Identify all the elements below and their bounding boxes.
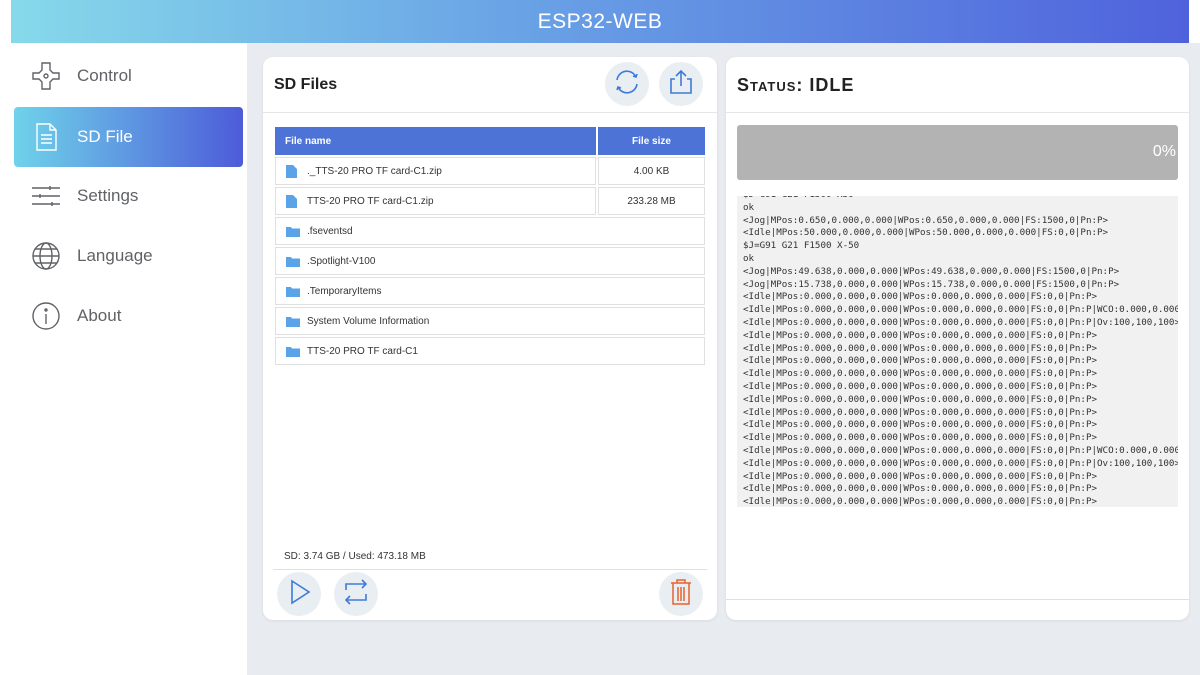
status-panel: Status: IDLE 0% $J=G91 G21 F1500 X50ok<J… (726, 57, 1189, 620)
sidebar-item-label: About (77, 306, 122, 325)
sidebar-item-label: Settings (77, 186, 139, 205)
folder-icon (286, 254, 300, 268)
console-line: <Idle|MPos:0.000,0.000,0.000|WPos:0.000,… (743, 291, 1098, 303)
sidebar-item-label: Control (77, 66, 132, 85)
console-line: <Idle|MPos:50.000,0.000,0.000|WPos:50.00… (743, 227, 1109, 239)
file-name: TTS-20 PRO TF card-C1.zip (307, 195, 434, 207)
sd-files-panel: SD Files File name File size ._TTS-20 PR… (263, 57, 717, 620)
table-row[interactable]: TTS-20 PRO TF card-C1 (275, 337, 705, 365)
app-header: ESP32-WEB (11, 0, 1189, 43)
console-line: <Idle|MPos:0.000,0.000,0.000|WPos:0.000,… (743, 355, 1098, 367)
upload-button[interactable] (659, 62, 703, 106)
info-icon (29, 299, 63, 333)
repeat-button[interactable] (334, 572, 378, 616)
console-lines: $J=G91 G21 F1500 X50ok<Jog|MPos:0.650,0.… (743, 196, 1178, 507)
sd-usage-info: SD: 3.74 GB / Used: 473.18 MB (284, 551, 426, 562)
sidebar-item-sd-file[interactable]: SD File (14, 107, 243, 167)
console-line: ok (743, 201, 755, 213)
play-icon (285, 578, 313, 611)
console-line: <Idle|MPos:0.000,0.000,0.000|WPos:0.000,… (743, 457, 1178, 469)
table-row[interactable]: .fseventsd (275, 217, 705, 245)
console-line: <Idle|MPos:0.000,0.000,0.000|WPos:0.000,… (743, 368, 1098, 380)
console-line: <Idle|MPos:0.000,0.000,0.000|WPos:0.000,… (743, 380, 1098, 392)
folder-name: TTS-20 PRO TF card-C1 (307, 345, 418, 357)
sidebar-item-label: SD File (77, 127, 133, 146)
file-name: ._TTS-20 PRO TF card-C1.zip (307, 165, 442, 177)
files-table: File name File size ._TTS-20 PRO TF card… (273, 125, 707, 367)
console-line: <Idle|MPos:0.000,0.000,0.000|WPos:0.000,… (743, 406, 1098, 418)
sidebar-item-about[interactable]: About (14, 286, 243, 346)
file-icon (286, 164, 300, 178)
table-row[interactable]: .Spotlight-V100 (275, 247, 705, 275)
folder-icon (286, 344, 300, 358)
console-line: <Jog|MPos:15.738,0.000,0.000|WPos:15.738… (743, 278, 1120, 290)
refresh-button[interactable] (605, 62, 649, 106)
folder-icon (286, 224, 300, 238)
sidebar-item-label: Language (77, 246, 153, 265)
sd-files-header: SD Files (263, 57, 717, 113)
console-line: <Idle|MPos:0.000,0.000,0.000|WPos:0.000,… (743, 483, 1098, 495)
table-row[interactable]: ._TTS-20 PRO TF card-C1.zip 4.00 KB (275, 157, 705, 185)
console-line: <Idle|MPos:0.000,0.000,0.000|WPos:0.000,… (743, 304, 1178, 316)
sidebar-item-control[interactable]: Control (14, 46, 243, 106)
console-line: <Jog|MPos:49.638,0.000,0.000|WPos:49.638… (743, 265, 1120, 277)
divider (726, 599, 1189, 600)
table-row[interactable]: System Volume Information (275, 307, 705, 335)
progress-label: 0% (1152, 143, 1176, 160)
folder-name: .TemporaryItems (307, 285, 382, 297)
repeat-icon (342, 578, 370, 611)
play-button[interactable] (277, 572, 321, 616)
file-size: 233.28 MB (598, 187, 705, 215)
globe-icon (29, 239, 63, 273)
folder-name: .Spotlight-V100 (307, 255, 376, 267)
console-line: <Idle|MPos:0.000,0.000,0.000|WPos:0.000,… (743, 342, 1098, 354)
files-table-header-row: File name File size (275, 127, 705, 155)
trash-icon (668, 578, 694, 611)
upload-icon (666, 67, 696, 102)
refresh-icon (612, 67, 642, 102)
sidebar-item-settings[interactable]: Settings (14, 166, 243, 226)
console-line: <Idle|MPos:0.000,0.000,0.000|WPos:0.000,… (743, 432, 1098, 444)
status-header: Status: IDLE (726, 57, 1189, 113)
document-icon (29, 120, 63, 154)
console-line: <Idle|MPos:0.000,0.000,0.000|WPos:0.000,… (743, 393, 1098, 405)
gamepad-cross-icon (29, 59, 63, 93)
sd-files-title: SD Files (274, 76, 338, 93)
console-line: <Idle|MPos:0.000,0.000,0.000|WPos:0.000,… (743, 419, 1098, 431)
console-output[interactable]: $J=G91 G21 F1500 X50ok<Jog|MPos:0.650,0.… (737, 196, 1178, 507)
column-header-file-name[interactable]: File name (275, 127, 596, 155)
folder-icon (286, 284, 300, 298)
console-line: <Idle|MPos:0.000,0.000,0.000|WPos:0.000,… (743, 470, 1098, 482)
main-area: SD Files File name File size ._TTS-20 PR… (247, 43, 1200, 675)
console-line: $J=G91 G21 F1500 X-50 (743, 240, 860, 252)
column-header-file-size[interactable]: File size (598, 127, 705, 155)
delete-button[interactable] (659, 572, 703, 616)
sidebar: Control SD File Settings Language About (0, 43, 247, 675)
progress-bar: 0% (737, 125, 1178, 180)
table-row[interactable]: .TemporaryItems (275, 277, 705, 305)
console-line: <Jog|MPos:0.650,0.000,0.000|WPos:0.650,0… (743, 214, 1109, 226)
folder-icon (286, 314, 300, 328)
console-line: <Idle|MPos:0.000,0.000,0.000|WPos:0.000,… (743, 496, 1098, 507)
console-line: <Idle|MPos:0.000,0.000,0.000|WPos:0.000,… (743, 316, 1178, 328)
status-title: Status: IDLE (737, 75, 855, 95)
folder-name: .fseventsd (307, 225, 353, 237)
sidebar-item-language[interactable]: Language (14, 226, 243, 286)
app-title: ESP32-WEB (537, 9, 663, 33)
file-size: 4.00 KB (598, 157, 705, 185)
divider (273, 569, 707, 570)
folder-name: System Volume Information (307, 315, 430, 327)
console-line: ok (743, 252, 755, 264)
console-line: <Idle|MPos:0.000,0.000,0.000|WPos:0.000,… (743, 444, 1178, 456)
file-icon (286, 194, 300, 208)
sliders-icon (29, 179, 63, 213)
table-row[interactable]: TTS-20 PRO TF card-C1.zip 233.28 MB (275, 187, 705, 215)
console-line: <Idle|MPos:0.000,0.000,0.000|WPos:0.000,… (743, 329, 1098, 341)
